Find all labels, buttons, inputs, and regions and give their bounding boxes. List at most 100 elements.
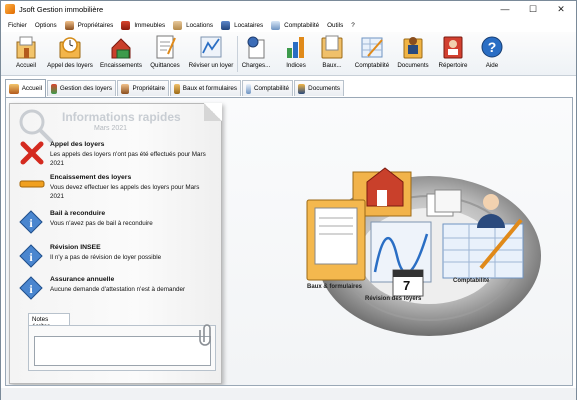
documents-icon bbox=[298, 83, 306, 94]
tab-label: Baux et formulaires bbox=[182, 85, 237, 92]
info-item-title: Bail à reconduire bbox=[50, 210, 106, 217]
toolbar-label: Quittances bbox=[150, 62, 180, 69]
accounting-icon bbox=[271, 20, 281, 30]
menu-comptabilite[interactable]: Comptabilité bbox=[267, 18, 323, 32]
toolbar-accueil-button[interactable]: Accueil bbox=[11, 34, 41, 74]
info-item-desc: Les appels des loyers n'ont pas été effe… bbox=[50, 151, 206, 167]
toolbar-label: Appel des loyers bbox=[47, 62, 93, 69]
title-bar: Jsoft Gestion immobilière — ☐ ✕ bbox=[1, 1, 576, 17]
tenant-icon bbox=[221, 20, 231, 30]
menu-bar: Fichier Options Propriétaires Immeubles … bbox=[1, 18, 576, 32]
tab-label: Documents bbox=[308, 85, 340, 92]
toolbar-label: Encaissements bbox=[100, 62, 142, 69]
notes-tab[interactable]: Notes écrites bbox=[28, 313, 70, 330]
toolbar-label: Indices bbox=[286, 62, 306, 69]
documents-icon bbox=[403, 37, 423, 59]
svg-text:?: ? bbox=[488, 39, 497, 55]
info-item-appel-loyers: Appel des loyers Les appels des loyers n… bbox=[10, 141, 220, 169]
toolbar-repertoire-button[interactable]: Répertoire bbox=[435, 34, 471, 74]
menu-label: Comptabilité bbox=[284, 21, 320, 29]
info-item-assurance: i Assurance annuelle Aucune demande d'at… bbox=[10, 276, 220, 302]
info-item-revision-insee: i Révision INSEE Il n'y a pas de révisio… bbox=[10, 244, 220, 270]
documents-stack-icon bbox=[426, 189, 462, 217]
cash-icon bbox=[111, 38, 131, 59]
toolbar-reviser-loyer-button[interactable]: Réviser un loyer bbox=[187, 34, 235, 74]
toolbar-label: Réviser un loyer bbox=[188, 62, 234, 69]
toolbar-comptabilite-button[interactable]: Comptabilité bbox=[351, 34, 393, 74]
menu-label: Locations bbox=[186, 21, 214, 29]
chart-icon bbox=[200, 36, 222, 58]
menu-proprietaires[interactable]: Propriétaires bbox=[61, 18, 118, 32]
info-item-desc: Vous n'avez pas de bail à reconduire bbox=[50, 220, 153, 227]
menu-label: Immeubles bbox=[134, 21, 166, 29]
info-icon: i bbox=[19, 244, 43, 268]
tab-accueil[interactable]: Accueil bbox=[5, 79, 46, 97]
accounting-icon bbox=[246, 83, 251, 94]
hub-illustration: 7 Baux & formulaires Révision des loyers… bbox=[291, 158, 551, 348]
menu-immeubles[interactable]: Immeubles bbox=[117, 18, 169, 32]
toolbar-quittances-button[interactable]: Quittances bbox=[147, 34, 183, 74]
toolbar-label: Charges... bbox=[241, 62, 271, 69]
info-item-title: Encaissement des loyers bbox=[50, 174, 132, 181]
toolbar-encaissements-button[interactable]: Encaissements bbox=[99, 34, 143, 74]
info-item-title: Révision INSEE bbox=[50, 244, 101, 251]
menu-fichier[interactable]: Fichier bbox=[1, 18, 31, 32]
toolbar-baux-button[interactable]: Baux... bbox=[317, 34, 347, 74]
receipt-icon bbox=[156, 35, 176, 59]
menu-locataires[interactable]: Locataires bbox=[217, 18, 267, 32]
home-icon bbox=[16, 36, 36, 59]
quick-info-month: Mars 2021 bbox=[94, 125, 128, 132]
toolbar-indices-button[interactable]: Indices bbox=[281, 34, 311, 74]
toolbar-label: Documents bbox=[397, 62, 429, 69]
info-item-encaissement: Encaissement des loyers Vous devez effec… bbox=[10, 174, 220, 200]
home-icon bbox=[9, 83, 19, 94]
menu-label: Outils bbox=[327, 21, 344, 29]
tab-baux-formulaires[interactable]: Baux et formulaires bbox=[170, 80, 241, 96]
tab-label: Gestion des loyers bbox=[59, 85, 112, 92]
menu-outils[interactable]: Outils bbox=[323, 18, 347, 32]
directory-icon bbox=[443, 36, 463, 59]
info-item-desc: Il n'y a pas de révision de loyer possib… bbox=[50, 254, 162, 261]
paperclip-icon bbox=[199, 324, 211, 346]
minimize-button[interactable]: — bbox=[491, 1, 519, 17]
menu-label: Locataires bbox=[234, 21, 264, 29]
quick-info-panel: Informations rapides Mars 2021 Appel des… bbox=[9, 103, 222, 384]
toolbar-label: Baux... bbox=[322, 62, 342, 69]
tab-gestion-loyers[interactable]: Gestion des loyers bbox=[47, 80, 116, 96]
menu-label: ? bbox=[351, 21, 355, 29]
notes-textarea[interactable] bbox=[34, 336, 211, 366]
toolbar-aide-button[interactable]: ? Aide bbox=[477, 34, 507, 74]
charges-icon bbox=[247, 36, 265, 59]
tenant-icon bbox=[477, 194, 505, 228]
menu-label: Options bbox=[34, 21, 57, 29]
tab-bar: Accueil Gestion des loyers Propriétaire … bbox=[5, 79, 573, 97]
clock-folder-icon bbox=[59, 37, 81, 59]
app-window: Jsoft Gestion immobilière — ☐ ✕ Fichier … bbox=[0, 0, 577, 400]
menu-label: Fichier bbox=[8, 21, 27, 29]
menu-locations[interactable]: Locations bbox=[169, 18, 217, 32]
tab-label: Propriétaire bbox=[132, 85, 165, 92]
toolbar-charges-button[interactable]: Charges... bbox=[241, 34, 271, 74]
help-icon: ? bbox=[481, 36, 503, 58]
toolbar-separator bbox=[237, 36, 238, 72]
hub-label-revision[interactable]: Révision des loyers bbox=[365, 296, 421, 302]
maximize-button[interactable]: ☐ bbox=[519, 1, 547, 17]
accounting-icon bbox=[361, 37, 383, 58]
menu-help[interactable]: ? bbox=[347, 18, 359, 32]
toolbar-appel-loyers-button[interactable]: Appel des loyers bbox=[45, 34, 95, 74]
hub-label-baux[interactable]: Baux & formulaires bbox=[307, 284, 362, 290]
cash-icon bbox=[51, 83, 57, 94]
info-icon: i bbox=[19, 276, 43, 300]
rental-icon bbox=[173, 20, 183, 30]
close-button[interactable]: ✕ bbox=[547, 1, 575, 17]
tab-comptabilite[interactable]: Comptabilité bbox=[242, 80, 293, 96]
menu-options[interactable]: Options bbox=[31, 18, 61, 32]
menu-label: Propriétaires bbox=[77, 21, 114, 29]
calendar-day: 7 bbox=[403, 278, 411, 293]
info-item-desc: Aucune demande d'attestation n'est à dem… bbox=[50, 286, 186, 293]
toolbar-documents-button[interactable]: Documents bbox=[395, 34, 431, 74]
tab-documents[interactable]: Documents bbox=[294, 80, 344, 96]
tab-proprietaire[interactable]: Propriétaire bbox=[117, 80, 169, 96]
hub-label-comptabilite[interactable]: Comptabilité bbox=[453, 278, 489, 284]
info-item-title: Appel des loyers bbox=[50, 141, 105, 148]
